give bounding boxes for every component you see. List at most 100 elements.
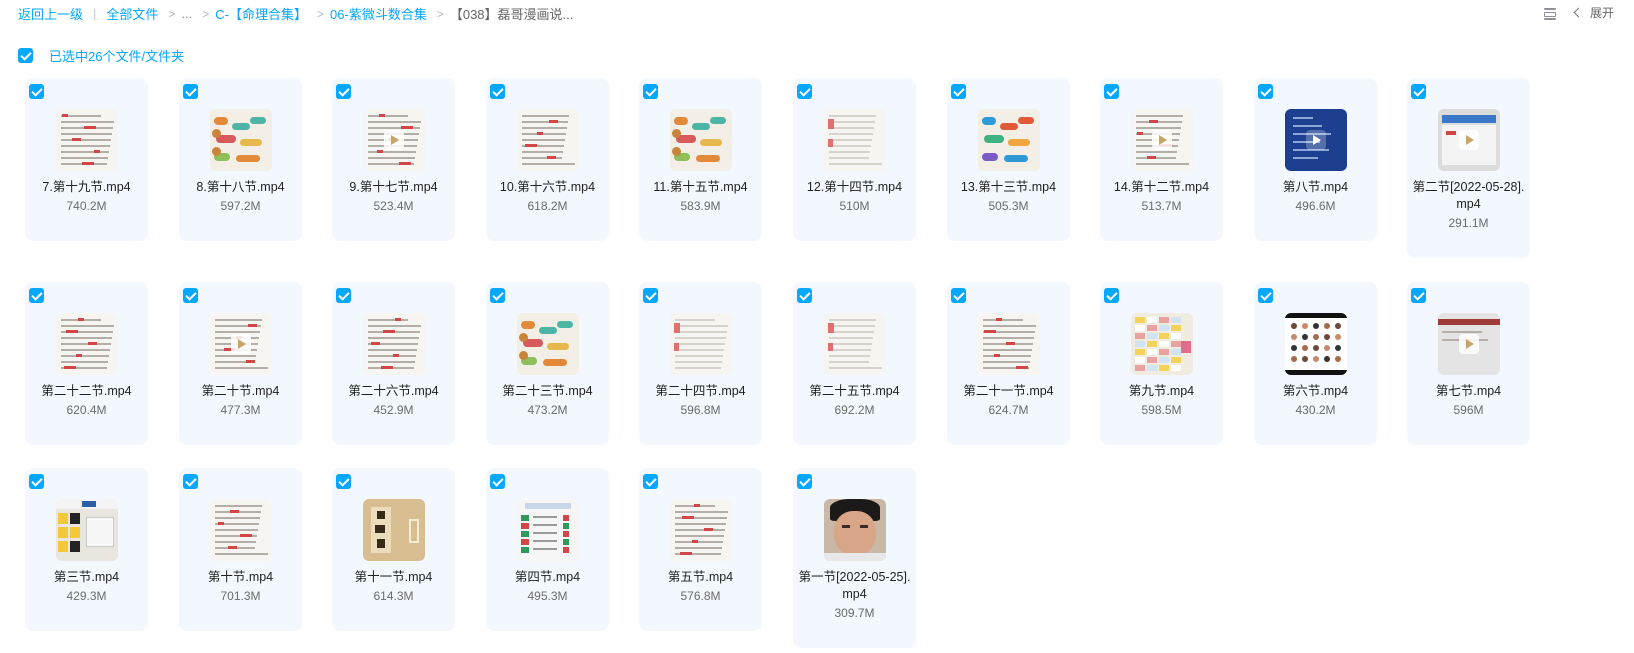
file-name[interactable]: 第九节.mp4 <box>1104 383 1219 400</box>
file-card[interactable]: 第六节.mp4 430.2M <box>1254 282 1377 445</box>
file-card[interactable]: 第九节.mp4 598.5M <box>1100 282 1223 445</box>
file-name[interactable]: 7.第十九节.mp4 <box>29 179 144 196</box>
file-card[interactable]: 8.第十八节.mp4 597.2M <box>179 78 302 241</box>
file-checkbox[interactable] <box>336 288 351 303</box>
file-name[interactable]: 12.第十四节.mp4 <box>797 179 912 196</box>
video-thumbnail[interactable] <box>824 499 886 561</box>
file-checkbox[interactable] <box>29 84 44 99</box>
list-view-icon[interactable] <box>1543 6 1557 20</box>
file-checkbox[interactable] <box>29 474 44 489</box>
file-card[interactable]: 12.第十四节.mp4 510M <box>793 78 916 241</box>
file-checkbox[interactable] <box>951 288 966 303</box>
file-checkbox[interactable] <box>1104 288 1119 303</box>
file-name[interactable]: 8.第十八节.mp4 <box>183 179 298 196</box>
file-card[interactable]: 7.第十九节.mp4 740.2M <box>25 78 148 241</box>
file-card[interactable]: 11.第十五节.mp4 583.9M <box>639 78 762 241</box>
file-card[interactable]: 第三节.mp4 429.3M <box>25 468 148 631</box>
video-thumbnail[interactable] <box>210 109 272 171</box>
file-checkbox[interactable] <box>490 288 505 303</box>
file-card[interactable]: 第四节.mp4 495.3M <box>486 468 609 631</box>
file-checkbox[interactable] <box>336 474 351 489</box>
file-name[interactable]: 第五节.mp4 <box>643 569 758 586</box>
file-checkbox[interactable] <box>29 288 44 303</box>
video-thumbnail[interactable] <box>1438 109 1500 171</box>
file-name[interactable]: 10.第十六节.mp4 <box>490 179 605 196</box>
file-card[interactable]: 第十一节.mp4 614.3M <box>332 468 455 631</box>
breadcrumb-ellipsis[interactable]: ... <box>181 6 192 21</box>
select-all-checkbox[interactable] <box>18 48 33 63</box>
video-thumbnail[interactable] <box>363 499 425 561</box>
file-card[interactable]: 第二十一节.mp4 624.7M <box>947 282 1070 445</box>
file-name[interactable]: 第十节.mp4 <box>183 569 298 586</box>
file-card[interactable]: 第七节.mp4 596M <box>1407 282 1530 445</box>
breadcrumb-level2[interactable]: 06-紫微斗数合集 <box>330 4 427 23</box>
video-thumbnail[interactable] <box>978 109 1040 171</box>
file-checkbox[interactable] <box>797 474 812 489</box>
video-thumbnail[interactable] <box>363 109 425 171</box>
video-thumbnail[interactable] <box>1131 313 1193 375</box>
file-checkbox[interactable] <box>336 84 351 99</box>
file-checkbox[interactable] <box>490 474 505 489</box>
video-thumbnail[interactable] <box>824 313 886 375</box>
file-card[interactable]: 第二十五节.mp4 692.2M <box>793 282 916 445</box>
file-card[interactable]: 第二十三节.mp4 473.2M <box>486 282 609 445</box>
video-thumbnail[interactable] <box>517 499 579 561</box>
chevron-left-icon[interactable] <box>1573 7 1584 18</box>
file-name[interactable]: 9.第十七节.mp4 <box>336 179 451 196</box>
file-name[interactable]: 第二十节.mp4 <box>183 383 298 400</box>
video-thumbnail[interactable] <box>210 313 272 375</box>
file-checkbox[interactable] <box>183 288 198 303</box>
back-link[interactable]: 返回上一级 <box>18 4 83 23</box>
video-thumbnail[interactable] <box>517 109 579 171</box>
video-thumbnail[interactable] <box>824 109 886 171</box>
video-thumbnail[interactable] <box>56 499 118 561</box>
file-checkbox[interactable] <box>797 84 812 99</box>
file-name[interactable]: 第二节[2022-05-28].mp4 <box>1411 179 1526 213</box>
file-name[interactable]: 第二十一节.mp4 <box>951 383 1066 400</box>
file-card[interactable]: 第二节[2022-05-28].mp4 291.1M <box>1407 78 1530 258</box>
file-checkbox[interactable] <box>643 474 658 489</box>
file-checkbox[interactable] <box>1258 288 1273 303</box>
file-card[interactable]: 第五节.mp4 576.8M <box>639 468 762 631</box>
file-card[interactable]: 第二十四节.mp4 596.8M <box>639 282 762 445</box>
file-checkbox[interactable] <box>797 288 812 303</box>
file-checkbox[interactable] <box>643 84 658 99</box>
breadcrumb-level1[interactable]: C-【命理合集】 <box>215 4 307 23</box>
video-thumbnail[interactable] <box>670 499 732 561</box>
file-name[interactable]: 第二十二节.mp4 <box>29 383 144 400</box>
file-card[interactable]: 第二十六节.mp4 452.9M <box>332 282 455 445</box>
file-name[interactable]: 第六节.mp4 <box>1258 383 1373 400</box>
file-name[interactable]: 11.第十五节.mp4 <box>643 179 758 196</box>
file-card[interactable]: 14.第十二节.mp4 513.7M <box>1100 78 1223 241</box>
file-card[interactable]: 第十节.mp4 701.3M <box>179 468 302 631</box>
file-card[interactable]: 13.第十三节.mp4 505.3M <box>947 78 1070 241</box>
file-checkbox[interactable] <box>183 474 198 489</box>
file-name[interactable]: 第四节.mp4 <box>490 569 605 586</box>
file-checkbox[interactable] <box>1411 288 1426 303</box>
file-card[interactable]: 9.第十七节.mp4 523.4M <box>332 78 455 241</box>
video-thumbnail[interactable] <box>517 313 579 375</box>
file-name[interactable]: 第十一节.mp4 <box>336 569 451 586</box>
video-thumbnail[interactable] <box>363 313 425 375</box>
video-thumbnail[interactable] <box>1131 109 1193 171</box>
file-card[interactable]: 第二十二节.mp4 620.4M <box>25 282 148 445</box>
file-checkbox[interactable] <box>1411 84 1426 99</box>
file-name[interactable]: 第一节[2022-05-25].mp4 <box>797 569 912 603</box>
file-checkbox[interactable] <box>643 288 658 303</box>
video-thumbnail[interactable] <box>978 313 1040 375</box>
file-name[interactable]: 第七节.mp4 <box>1411 383 1526 400</box>
file-name[interactable]: 第二十四节.mp4 <box>643 383 758 400</box>
expand-button[interactable]: 展开 <box>1590 4 1614 21</box>
file-name[interactable]: 13.第十三节.mp4 <box>951 179 1066 196</box>
file-card[interactable]: 第二十节.mp4 477.3M <box>179 282 302 445</box>
file-name[interactable]: 第二十五节.mp4 <box>797 383 912 400</box>
video-thumbnail[interactable] <box>56 109 118 171</box>
file-card[interactable]: 第一节[2022-05-25].mp4 309.7M <box>793 468 916 648</box>
file-checkbox[interactable] <box>1104 84 1119 99</box>
video-thumbnail[interactable] <box>670 109 732 171</box>
file-checkbox[interactable] <box>183 84 198 99</box>
file-card[interactable]: 10.第十六节.mp4 618.2M <box>486 78 609 241</box>
file-name[interactable]: 第三节.mp4 <box>29 569 144 586</box>
file-checkbox[interactable] <box>1258 84 1273 99</box>
file-checkbox[interactable] <box>951 84 966 99</box>
